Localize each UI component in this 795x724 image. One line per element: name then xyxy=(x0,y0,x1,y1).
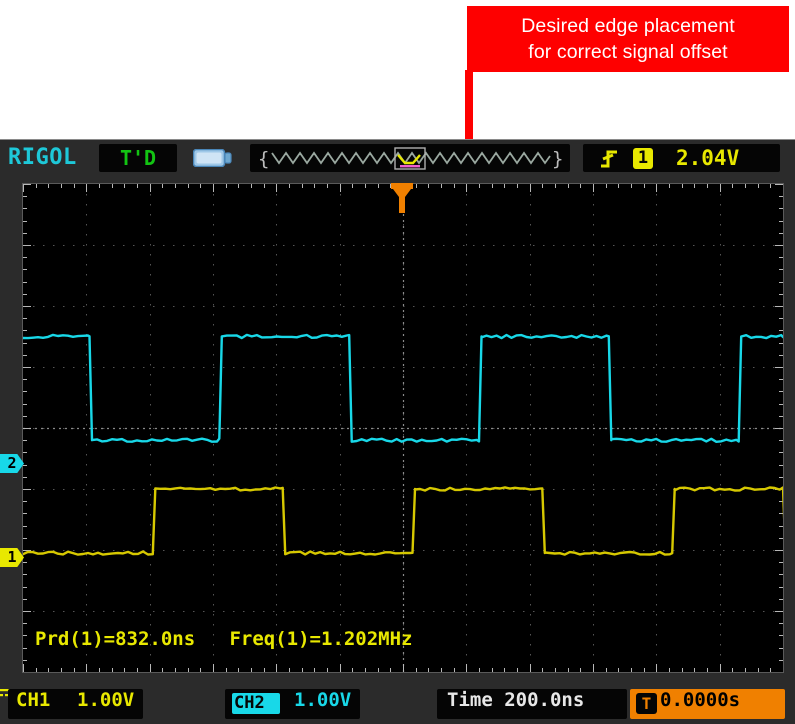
annotation-line-2: for correct signal offset xyxy=(528,41,728,63)
trigger-level-text: 2.04V xyxy=(676,146,740,170)
ch2-scale-value: 1.00V xyxy=(294,689,352,711)
waveform-overview-icon: { } xyxy=(250,144,570,177)
annotation-line-1: Desired edge placement xyxy=(521,15,735,37)
rising-edge-icon xyxy=(599,147,619,169)
annotation-callout: Desired edge placement for correct signa… xyxy=(467,6,789,72)
trigger-source-badge: 1 xyxy=(633,148,653,169)
ch1-scale-value: 1.00V xyxy=(77,689,135,711)
trigger-offset-value: 0.0000s xyxy=(660,689,741,711)
measurement-readout: Prd(1)=832.0ns Freq(1)=1.202MHz xyxy=(35,628,413,650)
ch1-label: CH1 xyxy=(16,689,51,711)
brand-logo: RIGOL xyxy=(8,145,77,170)
trigger-offset-badge: T xyxy=(636,693,657,714)
trigger-state-text: T'D xyxy=(119,146,157,170)
ch2-label-text: CH2 xyxy=(234,693,265,713)
svg-text:}: } xyxy=(552,148,563,170)
ch1-offset-marker[interactable]: 1 xyxy=(0,548,24,567)
usb-device-icon xyxy=(192,148,233,168)
screenshot-root: Desired edge placement for correct signa… xyxy=(0,0,795,724)
timebase-value: Time 200.0ns xyxy=(447,689,585,711)
svg-text:{: { xyxy=(258,148,269,170)
waveform-traces xyxy=(23,333,783,556)
oscilloscope-screen: RIGOL T'D { } 1 2.04V Prd(1)=832.0ns Fre… xyxy=(0,139,795,724)
trigger-state-panel: T'D xyxy=(99,144,177,172)
ch2-offset-marker[interactable]: 2 xyxy=(0,454,24,473)
trigger-position-marker-icon[interactable] xyxy=(389,181,415,220)
scope-header-bar: RIGOL T'D { } 1 2.04V xyxy=(0,140,795,176)
waveform-display-area[interactable]: Prd(1)=832.0ns Freq(1)=1.202MHz xyxy=(22,183,784,673)
scope-footer-bar: CH1 1.00V CH2 1.00V Time 200.0ns T 0.000… xyxy=(0,685,795,724)
ch2-label: CH2 xyxy=(232,693,280,714)
